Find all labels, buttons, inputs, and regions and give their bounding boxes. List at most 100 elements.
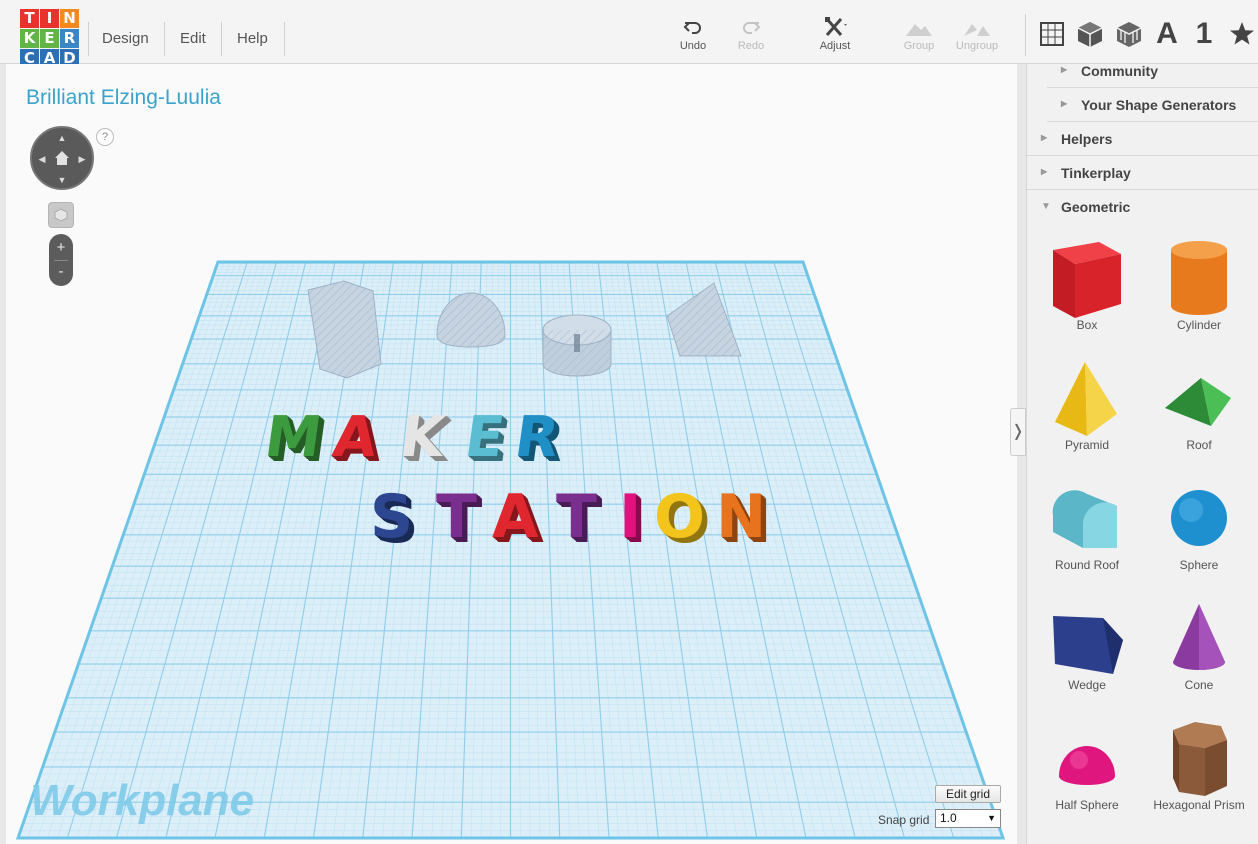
shape-label: Half Sphere [1055,798,1119,812]
shape-label: Pyramid [1064,438,1109,452]
logo-letter: E [40,29,59,48]
category-helpers[interactable]: ▶ Helpers [1027,122,1258,156]
svg-text:S: S [370,482,413,552]
category-geometric[interactable]: ▼ Geometric [1027,190,1258,224]
menu-design[interactable]: Design [88,22,163,56]
cylinder-icon [1171,241,1227,315]
letter-s[interactable]: SSSSSSS [370,482,419,557]
letter-o[interactable]: OOOOOOO [654,482,710,557]
shape-roof[interactable]: Roof [1143,350,1255,468]
hexagonal-prism-icon [1173,722,1227,796]
maker-text-group[interactable]: MMMMMMM AAAAAAA KKKKKKK EEEEEEE RRRRRRR [261,405,569,474]
shape-sphere[interactable]: Sphere [1143,470,1255,588]
snap-grid-select[interactable]: 1.0 ▼ [935,809,1001,828]
expand-arrow-icon: ▶ [1061,65,1068,74]
zoom-in-button[interactable]: + [49,236,73,260]
category-your-shape-generators[interactable]: ▶ Your Shape Generators [1047,88,1258,122]
shape-label: Hexagonal Prism [1153,798,1245,812]
collapse-panel-button[interactable]: ❭ [1010,408,1026,456]
expand-arrow-icon: ▶ [1061,99,1068,108]
letter-r[interactable]: RRRRRRR [511,405,569,474]
hole-shape-hexagonal-prism[interactable] [307,280,382,379]
letter-t[interactable]: TTTTTTT [436,482,482,557]
orbit-up-arrow-icon[interactable]: ▲ [56,132,68,144]
home-icon[interactable] [54,150,70,171]
wedge-icon [1053,616,1123,674]
category-label: Community [1081,63,1158,79]
solid-cube-icon[interactable] [1075,18,1105,50]
workplane-scene[interactable]: MMMMMMM AAAAAAA KKKKKKK EEEEEEE RRRRRRR SSSS… [6,64,1017,844]
tinkercad-app: T I N K E R C A D Design Edit Help Undo [0,0,1258,844]
adjust-tools-icon [807,16,863,40]
tinkercad-logo[interactable]: T I N K E R C A D [20,9,82,71]
letter-i[interactable]: IIIIIII [619,482,647,557]
shape-label: Sphere [1179,558,1219,572]
help-icon[interactable]: ? [96,128,114,146]
adjust-label: Adjust [819,40,851,52]
undo-button[interactable]: Undo [665,16,721,58]
shape-wedge[interactable]: Wedge [1031,590,1143,708]
chevron-down-icon: ▼ [987,813,996,823]
edit-grid-button[interactable]: Edit grid [935,785,1001,803]
logo-letter: N [60,9,79,28]
ungroup-button[interactable]: Ungroup [949,16,1005,58]
zoom-control: + - [49,234,73,286]
shape-hexagonal-prism[interactable]: Hexagonal Prism [1143,710,1255,828]
svg-text:R: R [511,405,563,470]
group-button[interactable]: Group [891,16,947,58]
letter-n[interactable]: NNNNNNN [716,482,772,557]
category-community[interactable]: ▶ Community [1047,54,1258,88]
number-tool-icon[interactable]: 1 [1189,17,1219,50]
letter-e[interactable]: EEEEEEE [461,405,514,474]
text-tool-icon[interactable]: A [1152,17,1182,50]
half-sphere-icon [1059,746,1115,785]
adjust-button[interactable]: Adjust [807,16,863,58]
menu-help[interactable]: Help [223,22,282,56]
orbit-left-arrow-icon[interactable]: ◀ [36,153,48,165]
undo-label: Undo [679,40,707,52]
shape-label: Cone [1184,678,1214,692]
orbit-down-arrow-icon[interactable]: ▼ [56,174,68,186]
snap-grid-label: Snap grid [878,813,930,827]
zoom-out-button[interactable]: - [49,260,73,284]
shape-label: Wedge [1068,678,1106,692]
shapes-sidebar: ▶ Community ▶ Your Shape Generators ▶ He… [1026,63,1258,844]
shape-pyramid[interactable]: Pyramid [1031,350,1143,468]
shape-label: Round Roof [1054,558,1120,572]
orbit-right-arrow-icon[interactable]: ▶ [76,153,88,165]
shape-cone[interactable]: Cone [1143,590,1255,708]
group-label: Group [903,40,935,52]
hole-shape-cylinder[interactable] [542,314,612,377]
letter-a[interactable]: AAAAAAA [329,405,387,474]
menu-edit[interactable]: Edit [166,22,220,56]
logo-letter: R [60,29,79,48]
undo-icon [665,16,721,40]
letter-a[interactable]: AAAAAAA [492,482,544,557]
round-roof-icon [1052,490,1117,548]
svg-text:A: A [492,482,539,552]
fit-view-cube-icon[interactable] [48,202,74,228]
toolbar-divider [1025,14,1026,56]
shape-cylinder[interactable]: Cylinder [1143,230,1255,348]
shape-round-roof[interactable]: Round Roof [1031,470,1143,588]
3d-viewport[interactable]: MMMMMMMAAAAAAAKKKKKKKEEEEEEERRRRRRR SSSS… [6,64,1017,844]
letter-m[interactable]: MMMMMMM [261,405,331,474]
wireframe-cube-icon[interactable] [1114,18,1144,50]
expand-arrow-icon: ▶ [1041,167,1048,176]
pyramid-icon [1055,362,1117,436]
redo-button[interactable]: Redo [723,16,779,58]
shape-box[interactable]: Box [1031,230,1143,348]
favorites-star-icon[interactable] [1227,18,1257,50]
svg-text:T: T [556,482,597,552]
ungroup-icon [949,16,1005,40]
svg-text:T: T [436,482,477,552]
logo-letter: T [20,9,39,28]
design-title[interactable]: Brilliant Elzing-Luulia [26,86,221,110]
letter-t[interactable]: TTTTTTT [556,482,602,557]
category-tinkerplay[interactable]: ▶ Tinkerplay [1027,156,1258,190]
snap-grid-value: 1.0 [940,811,957,825]
shape-label: Roof [1186,438,1212,452]
shape-half-sphere[interactable]: Half Sphere [1031,710,1143,828]
view-navigation-control[interactable]: ▲ ▼ ◀ ▶ [30,126,94,190]
grid-view-icon[interactable] [1037,18,1067,50]
